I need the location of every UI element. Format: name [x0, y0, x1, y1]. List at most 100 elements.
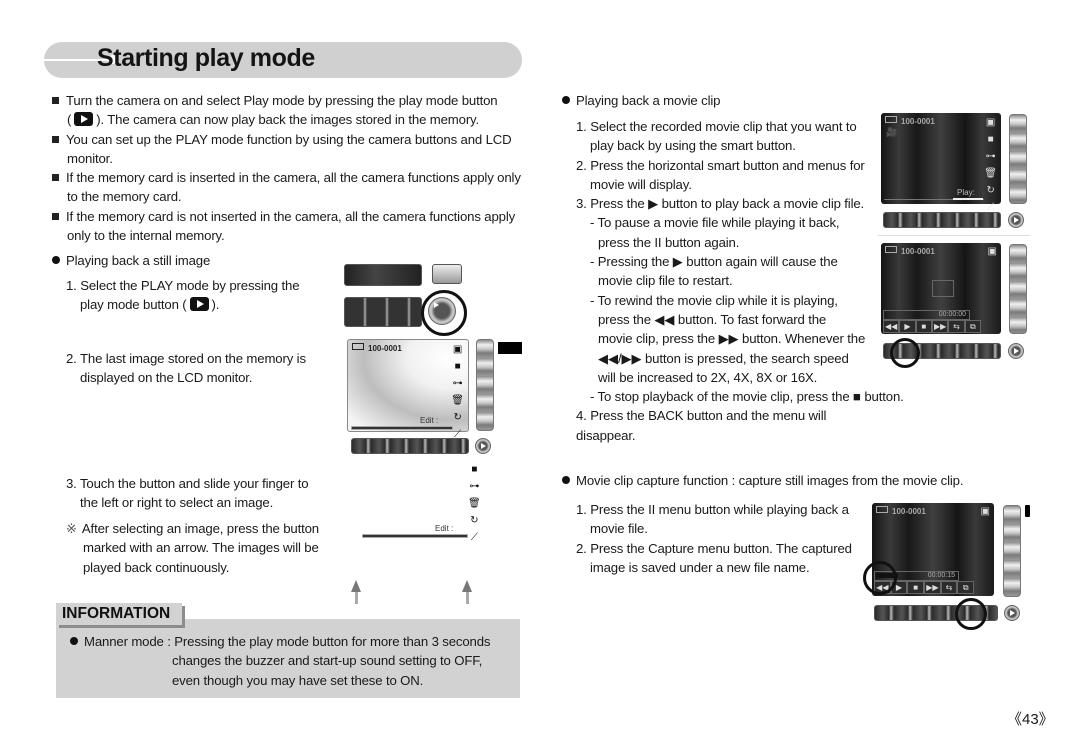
- file-label: 100-0001: [885, 116, 935, 126]
- play-button[interactable]: ▶: [899, 320, 916, 333]
- information-heading: INFORMATION: [56, 603, 182, 625]
- file-label: 100-0001: [885, 246, 935, 256]
- bullet-item: If the memory card is not inserted in th…: [52, 207, 522, 246]
- camera-top-bar-button: [344, 264, 422, 286]
- settings-wrench-icon: ⟋: [470, 532, 478, 543]
- square-bullet-icon: [52, 97, 59, 104]
- movie-camera-icon: 🎥: [886, 127, 898, 137]
- play-mode-icon: ▣: [980, 506, 990, 517]
- capture-heading: Movie clip capture function : capture st…: [562, 471, 963, 490]
- pause-frame-box: [932, 280, 954, 297]
- capture-button[interactable]: ⇆: [948, 320, 965, 333]
- highlight-circle: [955, 598, 987, 630]
- delete-icon: 🗑: [468, 498, 481, 509]
- lcd-side-icons: ▣ ■ ⊶ 🗑 ↻ ⟋: [451, 343, 464, 441]
- play-button-icon: [189, 297, 209, 312]
- round-bullet-icon: [562, 96, 570, 104]
- movie-heading: Playing back a movie clip: [562, 91, 720, 110]
- still-step-2: 2. The last image stored on the memory i…: [66, 351, 306, 386]
- file-label: 100-0001: [876, 506, 926, 516]
- battery-icon: [876, 506, 888, 513]
- rewind-button[interactable]: ◀◀: [883, 320, 900, 333]
- page-title: Starting play mode: [97, 44, 315, 72]
- play-mode-icon: ▣: [452, 344, 463, 355]
- play-mode-icon: ▣: [987, 246, 997, 257]
- information-text: Manner mode : Pressing the play mode but…: [70, 632, 490, 690]
- page-number: 《43》: [1007, 711, 1054, 728]
- overlay-progress-line: [362, 534, 468, 538]
- edit-label-overlay: Edit :: [435, 524, 454, 533]
- ok-play-button[interactable]: [1008, 212, 1024, 228]
- lcd-movie-2: 100-0001 ▣ 00:00:00 ◀◀ ▶ ■ ▶▶ ⇆ ⧉: [881, 243, 1001, 334]
- highlight-circle: [863, 561, 897, 595]
- slideshow-icon: ■: [471, 464, 478, 475]
- arrow-up-left: [351, 580, 361, 604]
- play-mode-icon: ▣: [985, 117, 996, 128]
- arrow-up-right: [462, 580, 472, 604]
- movie-steps: 1. Select the recorded movie clip that y…: [576, 119, 904, 443]
- protect-key-icon: ⊶: [469, 481, 480, 492]
- capture-button[interactable]: ⇆: [940, 581, 958, 594]
- trim-button[interactable]: ⧉: [957, 581, 975, 594]
- note: ※ After selecting an image, press the but…: [66, 521, 319, 575]
- vertical-smart-slider[interactable]: [1009, 244, 1027, 334]
- square-bullet-icon: [52, 212, 59, 220]
- vertical-smart-slider[interactable]: [1003, 505, 1021, 597]
- black-tab-marker: [498, 342, 522, 354]
- camera-dial-buttons: [344, 297, 422, 327]
- black-tab-marker: [1025, 505, 1030, 517]
- slideshow-icon: ■: [987, 134, 994, 145]
- protect-key-icon: ⊶: [452, 378, 463, 389]
- movie-controls: ◀◀ ▶ ■ ▶▶ ⇆ ⧉: [883, 320, 981, 333]
- lcd-progress-fill: [953, 198, 983, 200]
- ok-play-button[interactable]: [475, 438, 491, 454]
- still-step-3: 3. Touch the button and slide your finge…: [66, 476, 309, 511]
- still-heading: Playing back a still image: [52, 251, 210, 270]
- protect-key-icon: ⊶: [985, 151, 996, 162]
- horizontal-smart-slider[interactable]: [883, 212, 1001, 228]
- fast-forward-button[interactable]: ▶▶: [931, 320, 949, 333]
- lcd-movie-1: 100-0001 🎥 ▣ ■ ⊶ 🗑 ↻ ⟋ Play:: [881, 113, 1001, 213]
- play-label: Play:: [957, 188, 975, 197]
- ok-play-button[interactable]: [1008, 343, 1024, 359]
- camera-top-square-button: [432, 264, 462, 284]
- slideshow-icon: ■: [454, 361, 461, 372]
- rotate-icon: ↻: [470, 515, 479, 526]
- intro-bullets: Turn the camera on and select Play mode …: [52, 91, 522, 245]
- delete-icon: 🗑: [451, 395, 464, 406]
- highlight-circle: [890, 338, 920, 368]
- stop-button[interactable]: ■: [915, 320, 932, 333]
- play-mode-button: [428, 297, 456, 325]
- rotate-icon: ↻: [986, 185, 995, 196]
- stop-button[interactable]: ■: [907, 581, 925, 594]
- round-bullet-icon: [562, 476, 570, 484]
- capture-steps: 1. Press the II menu button while playin…: [576, 502, 852, 575]
- vertical-smart-slider[interactable]: [1009, 114, 1027, 204]
- title-banner: Starting play mode: [44, 42, 522, 78]
- rotate-icon: ↻: [453, 412, 462, 423]
- fast-forward-button[interactable]: ▶▶: [924, 581, 941, 594]
- overlay-side-icons: ■ ⊶ 🗑 ↻ ⟋: [468, 463, 481, 544]
- battery-icon: [352, 343, 364, 350]
- delete-icon: 🗑: [984, 168, 997, 179]
- edit-label: Edit :: [420, 416, 439, 425]
- bullet-item: If the memory card is inserted in the ca…: [52, 168, 522, 207]
- battery-icon: [885, 246, 897, 253]
- lcd-progress-line: [351, 426, 453, 430]
- square-bullet-icon: [52, 135, 59, 143]
- play-button-icon: [74, 112, 94, 127]
- note-mark: ※: [66, 521, 77, 536]
- vertical-smart-slider[interactable]: [476, 339, 494, 431]
- round-bullet-icon: [70, 637, 78, 645]
- divider: [878, 235, 1030, 236]
- lcd-still-image: 100-0001 ▣ ■ ⊶ 🗑 ↻ ⟋ Edit :: [347, 339, 469, 440]
- round-bullet-icon: [52, 256, 60, 264]
- ok-play-button[interactable]: [1004, 605, 1020, 621]
- bullet-item: You can set up the PLAY mode function by…: [52, 130, 522, 169]
- file-label: 100-0001: [352, 343, 402, 353]
- time-bar: 00:00:00: [883, 310, 970, 320]
- battery-icon: [885, 116, 897, 123]
- trim-button[interactable]: ⧉: [964, 320, 981, 333]
- still-step-1: 1. Select the PLAY mode by pressing the …: [66, 278, 300, 313]
- horizontal-smart-slider[interactable]: [351, 438, 469, 454]
